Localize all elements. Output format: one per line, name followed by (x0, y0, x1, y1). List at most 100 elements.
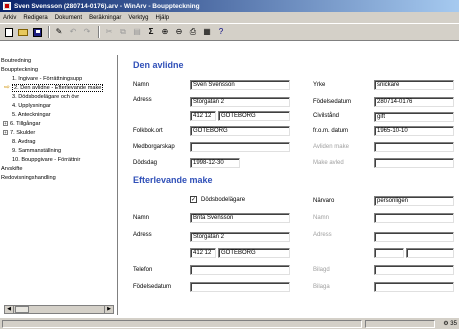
status-cell-secondary (365, 320, 435, 328)
status-cell-main (2, 320, 362, 328)
zoom-in-icon[interactable]: ⊕ (159, 26, 171, 38)
tree-item-6[interactable]: +6. Tillgångar (3, 120, 40, 128)
spouse-postal-code-field[interactable]: 412 12 (190, 248, 216, 258)
deceased-citizenship-label: Medborgarskap (133, 144, 175, 150)
preview-icon[interactable]: ▦ (201, 26, 213, 38)
spouse-phone-label: Telefon (133, 267, 153, 273)
scroll-left-icon[interactable]: ◀ (5, 306, 14, 313)
toolbar-separator (48, 26, 50, 38)
menu-bar: Arkiv Redigera Dokument Beräkningar Verk… (0, 12, 459, 23)
representative-postal-code-field[interactable] (374, 248, 404, 258)
expand-icon[interactable]: + (3, 130, 8, 136)
menu-dokument[interactable]: Dokument (55, 15, 82, 21)
deceased-name-label: Namn (133, 82, 150, 88)
tree-horizontal-scrollbar[interactable]: ◀ ▶ (4, 305, 114, 314)
section-heading-deceased: Den avlidne (133, 60, 184, 70)
spouse-address-field[interactable]: Storgatan 2 (190, 232, 290, 242)
deceased-citizenship-field[interactable] (190, 142, 290, 152)
status-bar: ⚙ 35 (0, 317, 459, 329)
attachment-field[interactable] (374, 265, 454, 275)
civil-status-label: Civilstånd (313, 113, 340, 119)
toolbar-separator (98, 26, 100, 38)
civil-status-field[interactable]: gift (374, 112, 454, 122)
open-icon[interactable] (17, 26, 29, 38)
deceased-parish-field[interactable]: GÖTEBORG (190, 126, 290, 136)
representative-address-field[interactable] (374, 232, 454, 242)
undo-icon[interactable]: ↶ (67, 26, 79, 38)
menu-redigera[interactable]: Redigera (23, 15, 47, 21)
tree-item-2-selected[interactable]: 2. Den avlidne - Efterlevande make (12, 84, 104, 92)
deceased-birthdate-field[interactable]: 280714-0176 (374, 97, 454, 107)
representative-address-label: Adress (313, 232, 332, 238)
spouse-address-label: Adress (133, 232, 152, 238)
scroll-thumb[interactable] (15, 306, 29, 313)
tree-item-redovisningshandling[interactable]: Redovisningshandling (1, 174, 56, 182)
presence-label: Närvaro (313, 198, 335, 204)
tree-item-5[interactable]: 5. Anteckningar (12, 111, 51, 119)
representative-name-label: Namn (313, 215, 330, 221)
deceased-address-field[interactable]: Storgatan 2 (190, 97, 290, 107)
scroll-right-icon[interactable]: ▶ (104, 306, 113, 313)
menu-hjalp[interactable]: Hjälp (155, 15, 169, 21)
spouse-birthdate-label: Födelsedatum (133, 284, 172, 290)
deceased-spouse-field[interactable] (374, 142, 454, 152)
redo-icon[interactable]: ↷ (81, 26, 93, 38)
section-heading-surviving-spouse: Efterlevande make (133, 175, 213, 185)
tree-item-10[interactable]: 10. Bouppgivare - Förrättnir (12, 156, 80, 164)
occupation-field[interactable]: snickare (374, 80, 454, 90)
tree-item-7[interactable]: +7. Skulder (3, 129, 35, 137)
edit-icon[interactable]: ✎ (53, 26, 65, 38)
cut-icon[interactable]: ✂ (103, 26, 115, 38)
from-date-field[interactable]: 1965-10-10 (374, 126, 454, 136)
deceased-postal-code-field[interactable]: 412 12 (190, 111, 216, 121)
menu-verktyg[interactable]: Verktyg (128, 15, 148, 21)
tree-item-8[interactable]: 8. Avdrag (12, 138, 36, 146)
current-arrow-icon: ⇨ (4, 84, 10, 91)
new-icon[interactable] (3, 26, 15, 38)
help-icon[interactable]: ? (215, 26, 227, 38)
deceased-city-field[interactable]: GÖTEBORG (218, 111, 290, 121)
window-title: Sven Svensson (280714-0176).arv - WinArv… (14, 2, 200, 10)
print-icon[interactable]: ⎙ (187, 26, 199, 38)
tree-item-4[interactable]: 4. Upplysningar (12, 102, 51, 110)
status-zoom: ⚙ 35 (443, 321, 457, 327)
attachment2-field[interactable] (374, 282, 454, 292)
spouse-died-field[interactable] (374, 158, 454, 168)
navigation-tree[interactable]: Boutredning Bouppteckning 1. Ingivare - … (0, 55, 118, 315)
deceased-name-field[interactable]: Sven Svensson (190, 80, 290, 90)
heir-checkbox[interactable]: ✓ (190, 196, 197, 203)
spouse-city-field[interactable]: GÖTEBORG (218, 248, 290, 258)
zoom-out-icon[interactable]: ⊖ (173, 26, 185, 38)
sum-icon[interactable]: Σ (145, 26, 157, 38)
spouse-phone-field[interactable] (190, 265, 290, 275)
tree-item-boutredning[interactable]: Boutredning (1, 57, 31, 65)
deceased-address-label: Adress (133, 97, 152, 103)
menu-arkiv[interactable]: Arkiv (3, 15, 16, 21)
copy-icon[interactable]: ⧉ (117, 26, 129, 38)
presence-field[interactable]: personligen (374, 196, 454, 206)
spouse-birthdate-field[interactable] (190, 282, 290, 292)
app-icon[interactable] (3, 2, 11, 10)
form-panel: Den avlidne Namn Sven Svensson Adress St… (120, 55, 459, 315)
toolbar: ✎ ↶ ↷ ✂ ⧉ ▤ Σ ⊕ ⊖ ⎙ ▦ ? (0, 23, 459, 41)
title-bar: Sven Svensson (280714-0176).arv - WinArv… (0, 0, 459, 12)
paste-icon[interactable]: ▤ (131, 26, 143, 38)
representative-name-field[interactable] (374, 213, 454, 223)
tree-item-arvskifte[interactable]: Arvskifte (1, 165, 22, 173)
spouse-name-label: Namn (133, 215, 150, 221)
from-date-label: fr.o.m. datum (313, 128, 349, 134)
tree-item-1[interactable]: 1. Ingivare - Förrättningsupp (12, 75, 82, 83)
tree-item-9[interactable]: 9. Sammanställning (12, 147, 61, 155)
menu-berakningar[interactable]: Beräkningar (89, 15, 121, 21)
attachment2-label: Bilaga (313, 284, 330, 290)
save-icon[interactable] (31, 26, 43, 38)
representative-city-field[interactable] (406, 248, 454, 258)
tree-item-bouppteckning[interactable]: Bouppteckning (1, 66, 38, 74)
spouse-died-label: Make avled (313, 160, 344, 166)
spouse-name-field[interactable]: Brita Svensson (190, 213, 290, 223)
tree-item-3[interactable]: 3. Dödsbodelägare och övr (12, 93, 79, 101)
deceased-parish-label: Folkbok.ort (133, 128, 163, 134)
expand-icon[interactable]: + (3, 121, 8, 127)
deceased-birthdate-label: Födelsedatum (313, 99, 352, 105)
deceased-death-date-field[interactable]: 1998-12-30 (190, 158, 240, 168)
